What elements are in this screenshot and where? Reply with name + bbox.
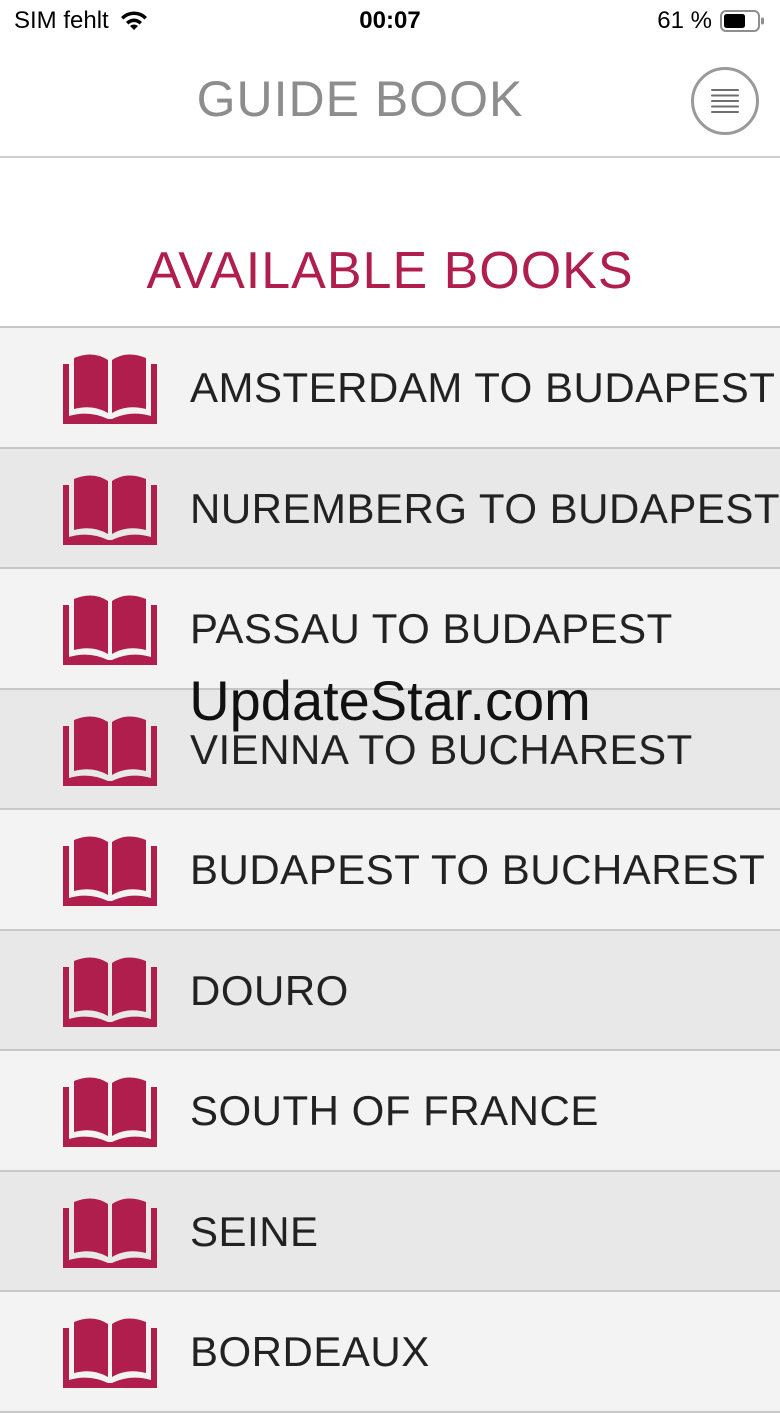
book-label: BORDEAUX — [190, 1328, 430, 1375]
book-label: SEINE — [190, 1207, 319, 1255]
book-label: VIENNA TO BUCHAREST — [190, 725, 693, 773]
book-item-south-of-france[interactable]: SOUTH OF FRANCE — [0, 1051, 780, 1172]
book-item-seine[interactable]: SEINE — [0, 1171, 780, 1292]
open-book-icon — [63, 836, 157, 906]
book-label: SOUTH OF FRANCE — [190, 1087, 599, 1134]
menu-lines-icon — [711, 89, 739, 113]
battery-percent: 61 % — [657, 7, 712, 34]
book-item-passau-to-budapest[interactable]: PASSAU TO BUDAPEST — [0, 569, 780, 690]
status-bar: SIM fehlt 00:07 61 % — [0, 0, 780, 44]
menu-button[interactable] — [691, 67, 759, 135]
open-book-icon — [63, 715, 157, 786]
book-item-nuremberg-to-budapest[interactable]: NUREMBERG TO BUDAPEST — [0, 448, 780, 569]
battery-icon — [720, 10, 764, 32]
book-label: PASSAU TO BUDAPEST — [190, 605, 673, 652]
open-book-icon — [63, 1077, 157, 1147]
app-title: GUIDE BOOK — [196, 71, 524, 127]
open-book-icon — [63, 595, 157, 665]
book-label: AMSTERDAM TO BUDAPEST — [190, 364, 776, 411]
status-battery-group: 61 % — [657, 7, 766, 35]
book-label: BUDAPEST TO BUCHAREST — [190, 846, 766, 893]
book-label: NUREMBERG TO BUDAPEST — [190, 484, 780, 532]
open-book-icon — [63, 1318, 157, 1388]
book-item-bordeaux[interactable]: BORDEAUX — [0, 1292, 780, 1413]
book-item-amsterdam-to-budapest[interactable]: AMSTERDAM TO BUDAPEST — [0, 328, 780, 449]
open-book-icon — [63, 956, 157, 1027]
open-book-icon — [63, 1197, 157, 1268]
book-label: DOURO — [190, 966, 349, 1014]
app-header: GUIDE BOOK — [0, 44, 780, 158]
book-list: AMSTERDAM TO BUDAPEST NUREMBERG TO BUDAP… — [0, 326, 780, 1413]
open-book-icon — [63, 474, 157, 545]
book-item-vienna-to-bucharest[interactable]: VIENNA TO BUCHAREST — [0, 689, 780, 810]
book-item-budapest-to-bucharest[interactable]: BUDAPEST TO BUCHAREST — [0, 810, 780, 931]
open-book-icon — [63, 354, 157, 424]
section-title: AVAILABLE BOOKS — [146, 242, 634, 300]
book-item-douro[interactable]: DOURO — [0, 930, 780, 1051]
